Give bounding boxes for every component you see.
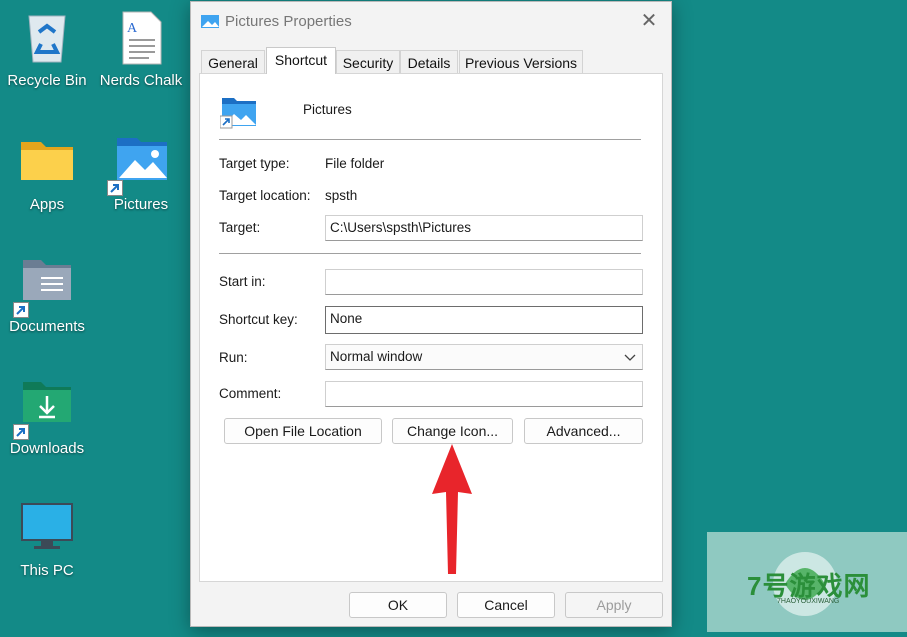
- close-button[interactable]: ✕: [635, 8, 663, 34]
- start-in-input[interactable]: [325, 269, 643, 295]
- divider: [219, 253, 641, 254]
- run-select-value: Normal window: [330, 349, 423, 364]
- pictures-folder-icon: [201, 13, 219, 29]
- cancel-button[interactable]: Cancel: [457, 592, 555, 618]
- start-in-label: Start in:: [219, 274, 266, 289]
- target-location-label: Target location:: [219, 188, 311, 203]
- desktop-label: Downloads: [9, 440, 85, 457]
- run-select[interactable]: Normal window: [325, 344, 643, 370]
- annotation-arrow-icon: [432, 444, 472, 574]
- tab-general[interactable]: General: [201, 50, 265, 73]
- desktop-icon-downloads[interactable]: Downloads: [1, 378, 93, 457]
- desktop-label: This PC: [20, 562, 74, 579]
- target-label: Target:: [219, 220, 261, 235]
- open-file-location-button[interactable]: Open File Location: [224, 418, 382, 444]
- downloads-folder-icon: [13, 378, 75, 440]
- tab-previous-versions[interactable]: Previous Versions: [459, 50, 583, 73]
- documents-folder-icon: [13, 256, 75, 318]
- recycle-bin-icon: [19, 10, 75, 66]
- desktop-icon-apps[interactable]: Apps: [1, 134, 93, 213]
- text-document-icon: A: [113, 10, 169, 66]
- desktop-icon-documents[interactable]: Documents: [1, 256, 93, 335]
- shortcut-arrow-icon: [107, 180, 123, 196]
- watermark-sub: 7HAOYOUXIWANG: [777, 598, 840, 605]
- dialog-title: Pictures Properties: [225, 13, 352, 30]
- divider: [219, 139, 641, 140]
- ok-button[interactable]: OK: [349, 592, 447, 618]
- monitor-icon: [19, 500, 75, 556]
- shortcut-key-input[interactable]: None: [325, 306, 643, 334]
- title-bar[interactable]: Pictures Properties ✕: [191, 2, 671, 40]
- item-name: Pictures: [303, 102, 352, 117]
- chevron-down-icon: [624, 345, 636, 377]
- apply-button[interactable]: Apply: [565, 592, 663, 618]
- folder-icon: [19, 134, 75, 190]
- pictures-folder-icon: [107, 134, 169, 196]
- desktop-label: Documents: [9, 318, 85, 335]
- tab-details[interactable]: Details: [400, 50, 458, 73]
- advanced-button[interactable]: Advanced...: [524, 418, 643, 444]
- desktop-icon-recycle-bin[interactable]: Recycle Bin: [1, 10, 93, 89]
- shortcut-key-label: Shortcut key:: [219, 312, 298, 327]
- desktop-icon-nerds-chalk[interactable]: A Nerds Chalk: [95, 10, 187, 89]
- watermark: 7号游戏网 7HAOYOUXIWANG: [707, 532, 907, 632]
- comment-label: Comment:: [219, 386, 282, 401]
- change-icon-button[interactable]: Change Icon...: [392, 418, 513, 444]
- tab-security[interactable]: Security: [336, 50, 400, 73]
- item-icon: [219, 96, 258, 130]
- desktop-label: Apps: [29, 196, 65, 213]
- desktop-icon-this-pc[interactable]: This PC: [1, 500, 93, 579]
- desktop-label: Pictures: [113, 196, 169, 213]
- shortcut-arrow-icon: [13, 302, 29, 318]
- target-type-label: Target type:: [219, 156, 290, 171]
- close-icon: ✕: [640, 10, 658, 32]
- shortcut-arrow-icon: [13, 424, 29, 440]
- target-type-value: File folder: [325, 156, 385, 171]
- target-input[interactable]: C:\Users\spsth\Pictures: [325, 215, 643, 241]
- run-label: Run:: [219, 350, 248, 365]
- desktop-icon-pictures[interactable]: Pictures: [95, 134, 187, 213]
- target-location-value: spsth: [325, 188, 358, 203]
- svg-text:A: A: [127, 21, 138, 36]
- comment-input[interactable]: [325, 381, 643, 407]
- desktop-label: Nerds Chalk: [99, 72, 183, 89]
- tab-shortcut[interactable]: Shortcut: [266, 47, 336, 74]
- desktop-label: Recycle Bin: [7, 72, 87, 89]
